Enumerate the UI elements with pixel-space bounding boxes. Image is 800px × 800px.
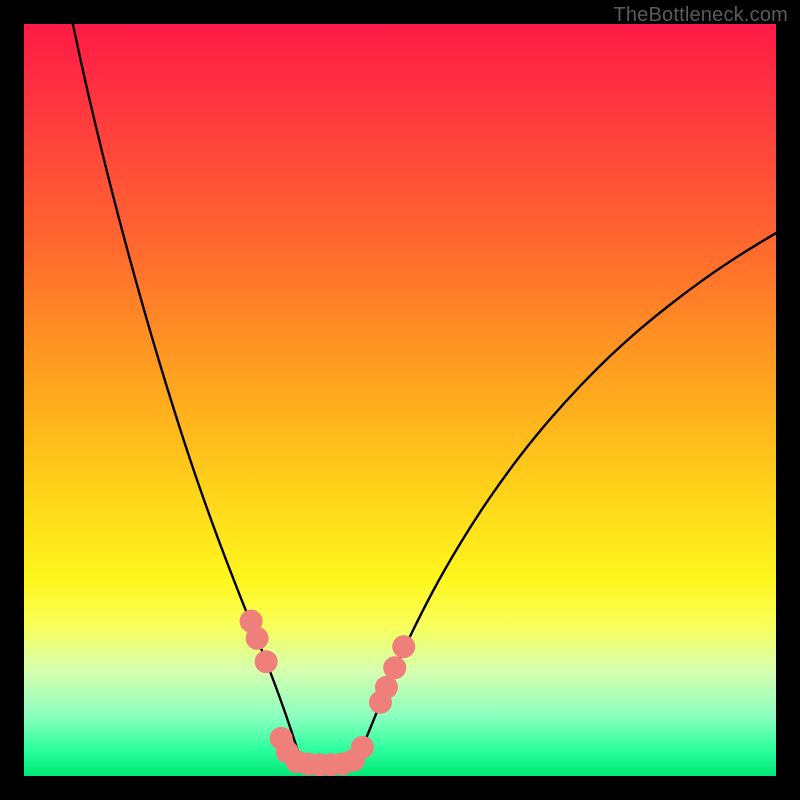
curve-layer — [24, 24, 776, 776]
watermark-text: TheBottleneck.com — [613, 4, 788, 27]
marker-point — [255, 650, 278, 673]
marker-point — [392, 635, 415, 658]
curve-right-curve — [355, 233, 776, 765]
chart-frame: TheBottleneck.com — [0, 0, 800, 800]
marker-point — [351, 736, 374, 759]
marker-point — [383, 656, 406, 679]
plot-area — [24, 24, 776, 776]
marker-point — [375, 676, 398, 699]
marker-point — [246, 627, 269, 650]
